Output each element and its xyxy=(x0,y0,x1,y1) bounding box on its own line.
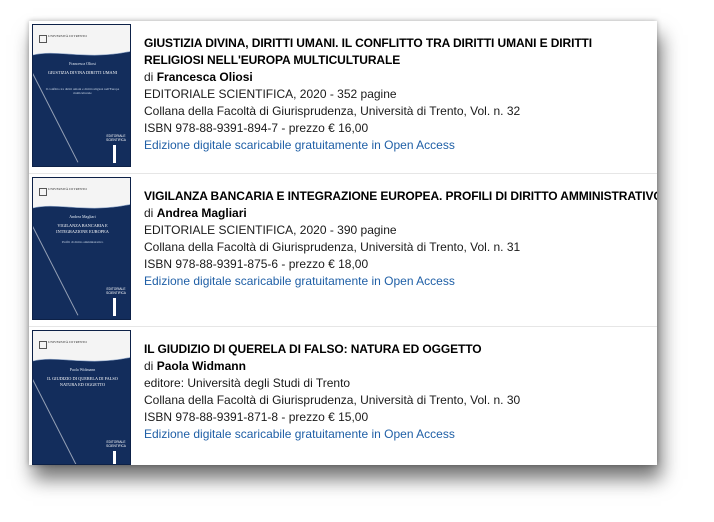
book-list-panel: UNIVERSITÀ DI TRENTO Francesca Oliosi GI… xyxy=(29,21,657,465)
cover-wave-decoration xyxy=(33,204,130,212)
author-prefix: di xyxy=(144,70,154,84)
cover-publisher: EDITORIALE SCIENTIFICA xyxy=(106,440,126,448)
cover-title: VIGILANZA BANCARIA E INTEGRAZIONE EUROPE… xyxy=(56,223,109,234)
book-cover-image[interactable]: UNIVERSITÀ DI TRENTO Andrea Magliari VIG… xyxy=(32,177,131,320)
cover-publisher: EDITORIALE SCIENTIFICA xyxy=(106,134,126,142)
book-series: Collana della Facoltà di Giurisprudenza,… xyxy=(144,240,521,254)
university-logo-icon xyxy=(39,35,47,43)
book-author: Andrea Magliari xyxy=(156,206,247,220)
book-author-line: di Paola Widmann xyxy=(144,358,649,375)
university-logo-icon xyxy=(39,341,47,349)
book-publisher: EDITORIALE SCIENTIFICA, 2020 - 352 pagin… xyxy=(144,87,397,101)
book-cover-image[interactable]: UNIVERSITÀ DI TRENTO Francesca Oliosi GI… xyxy=(32,24,131,167)
book-author: Paola Widmann xyxy=(156,359,246,373)
book-publisher: EDITORIALE SCIENTIFICA, 2020 - 390 pagin… xyxy=(144,223,397,237)
book-entry: UNIVERSITÀ DI TRENTO Paola Widmann IL GI… xyxy=(29,327,657,465)
author-prefix: di xyxy=(144,359,154,373)
book-title: VIGILANZA BANCARIA E INTEGRAZIONE EUROPE… xyxy=(144,189,657,203)
book-info: IL GIUDIZIO DI QUERELA DI FALSO: NATURA … xyxy=(144,341,649,443)
cover-spine-bar xyxy=(113,451,116,464)
book-title: GIUSTIZIA DIVINA, DIRITTI UMANI. IL CONF… xyxy=(144,36,593,67)
open-access-link[interactable]: Edizione digitale scaricabile gratuitame… xyxy=(144,427,455,441)
book-series: Collana della Facoltà di Giurisprudenza,… xyxy=(144,393,521,407)
cover-wave-decoration xyxy=(33,51,130,59)
book-entry: UNIVERSITÀ DI TRENTO Andrea Magliari VIG… xyxy=(29,174,657,327)
cover-logo-text: UNIVERSITÀ DI TRENTO xyxy=(48,34,87,38)
cover-title: GIUSTIZIA DIVINA DIRITTI UMANI xyxy=(47,70,118,75)
cover-subtitle: Il conflitto tra diritti umani e diritti… xyxy=(45,87,120,96)
book-author: Francesca Oliosi xyxy=(156,70,253,84)
cover-spine-bar xyxy=(113,298,116,316)
cover-logo-text: UNIVERSITÀ DI TRENTO xyxy=(48,187,87,191)
book-title: IL GIUDIZIO DI QUERELA DI FALSO: NATURA … xyxy=(144,342,482,356)
cover-diagonal-line xyxy=(33,379,79,464)
book-isbn-price: ISBN 978-88-9391-894-7 - prezzo € 16,00 xyxy=(144,121,369,135)
book-cover-image[interactable]: UNIVERSITÀ DI TRENTO Paola Widmann IL GI… xyxy=(32,330,131,465)
cover-author: Paola Widmann xyxy=(69,367,96,372)
cover-publisher: EDITORIALE SCIENTIFICA xyxy=(106,287,126,295)
book-author-line: di Andrea Magliari xyxy=(144,205,649,222)
book-isbn-price: ISBN 978-88-9391-871-8 - prezzo € 15,00 xyxy=(144,410,369,424)
cover-subtitle: Profili di diritto amministrativo xyxy=(61,240,104,244)
book-entry: UNIVERSITÀ DI TRENTO Francesca Oliosi GI… xyxy=(29,21,657,174)
open-access-link[interactable]: Edizione digitale scaricabile gratuitame… xyxy=(144,138,455,152)
book-isbn-price: ISBN 978-88-9391-875-6 - prezzo € 18,00 xyxy=(144,257,369,271)
book-publisher: editore: Università degli Studi di Trent… xyxy=(144,376,351,390)
cover-author: Andrea Magliari xyxy=(69,214,96,219)
university-logo-icon xyxy=(39,188,47,196)
book-author-line: di Francesca Oliosi xyxy=(144,69,649,86)
cover-title: IL GIUDIZIO DI QUERELA DI FALSO NATURA E… xyxy=(47,376,118,387)
cover-wave-decoration xyxy=(33,357,130,365)
cover-spine-bar xyxy=(113,145,116,163)
book-info: VIGILANZA BANCARIA E INTEGRAZIONE EUROPE… xyxy=(144,188,657,290)
book-series: Collana della Facoltà di Giurisprudenza,… xyxy=(144,104,521,118)
cover-logo-text: UNIVERSITÀ DI TRENTO xyxy=(48,340,87,344)
book-info: GIUSTIZIA DIVINA, DIRITTI UMANI. IL CONF… xyxy=(144,35,649,154)
open-access-link[interactable]: Edizione digitale scaricabile gratuitame… xyxy=(144,274,455,288)
cover-author: Francesca Oliosi xyxy=(69,61,96,66)
author-prefix: di xyxy=(144,206,154,220)
